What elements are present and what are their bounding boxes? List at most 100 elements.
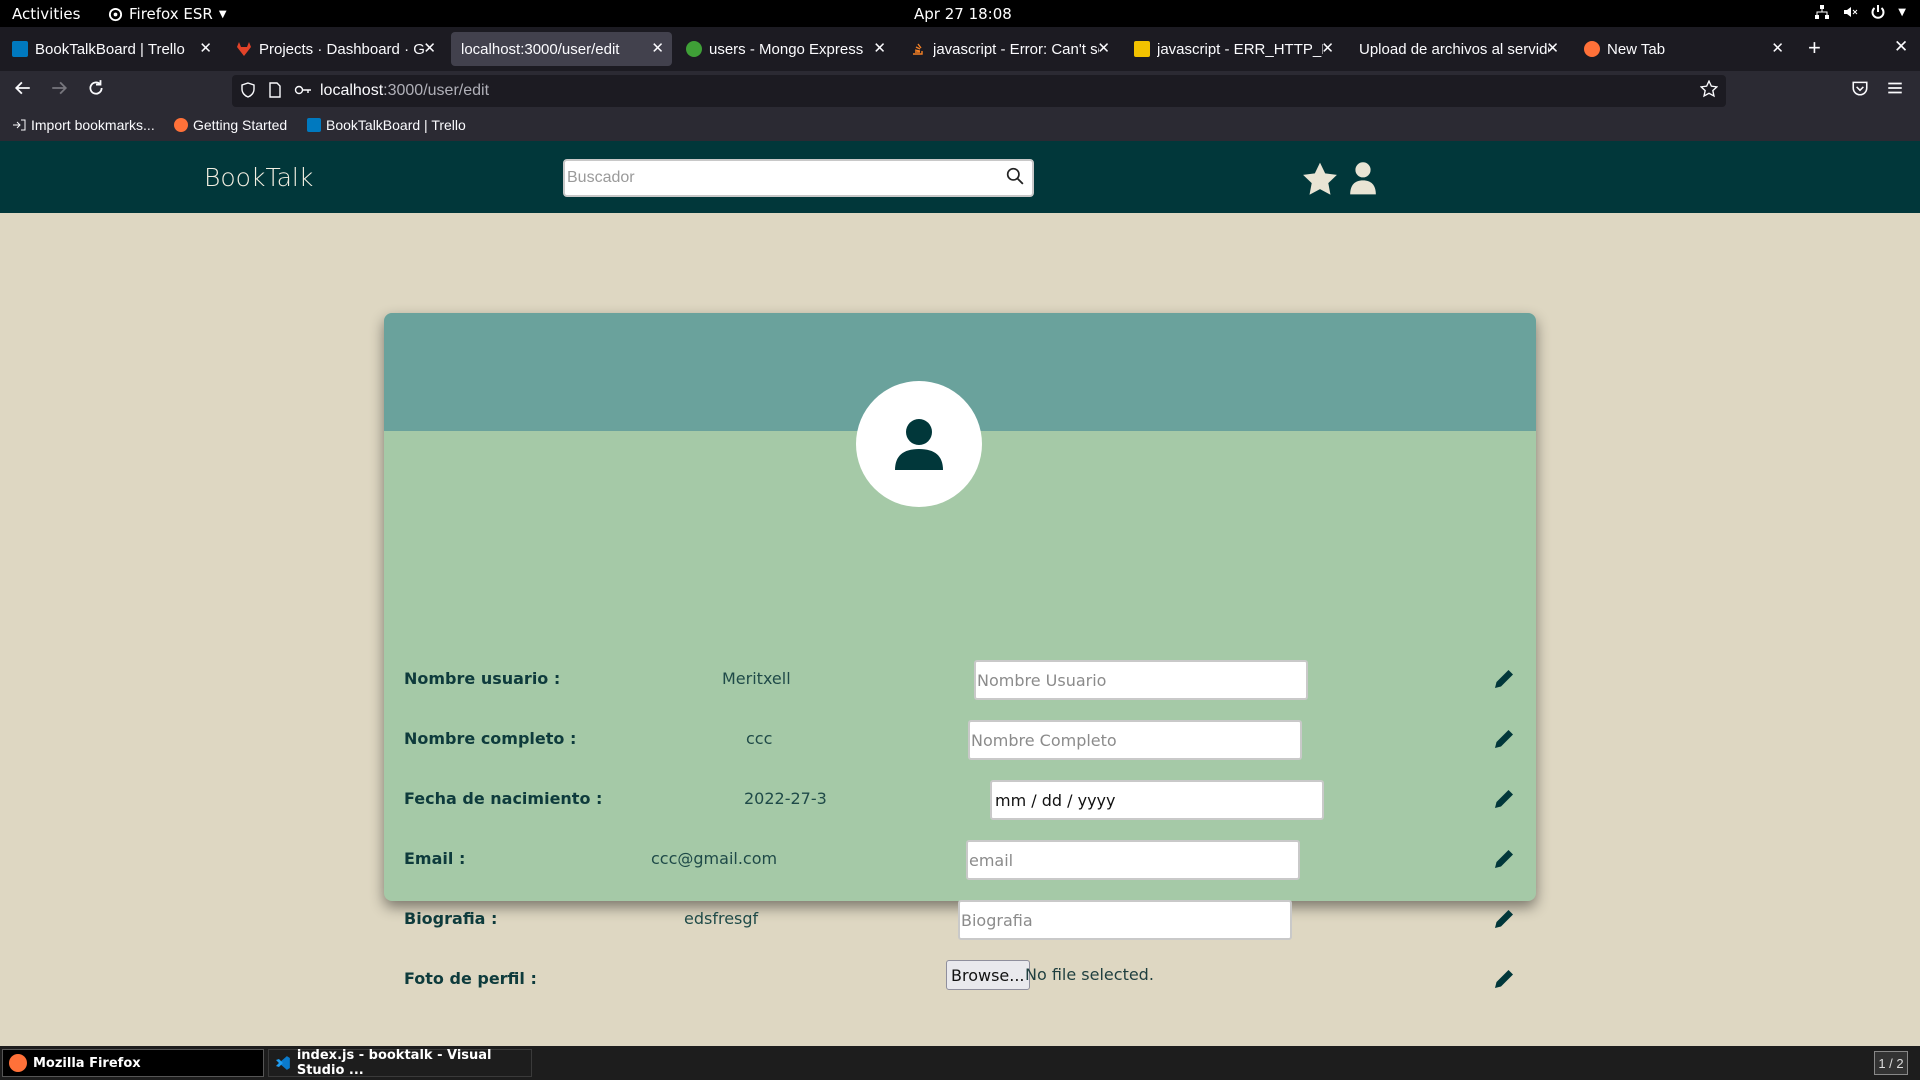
tab-stackoverflow-1[interactable]: javascript - Error: Can't set headers ✕ [900,32,1118,66]
star-icon[interactable] [1301,161,1339,197]
bookmarks-bar: Import bookmarks... Getting Started Book… [0,111,1920,141]
close-icon[interactable]: ✕ [651,39,664,57]
firefox-esr-icon [108,7,123,21]
close-window-button[interactable]: ✕ [1894,37,1908,57]
search-icon[interactable] [1006,167,1024,185]
close-icon[interactable]: ✕ [1097,39,1110,57]
fullname-input[interactable] [968,720,1302,760]
chevron-down-icon: ▼ [1898,6,1906,18]
back-arrow-icon[interactable] [14,79,32,97]
field-label: Biografia : [404,909,498,928]
date-placeholder: mm / dd / yyyy [995,790,1116,810]
tab-title: localhost:3000/user/edit [461,40,620,58]
trello-icon [12,41,28,57]
field-row-fullname: Nombre completo : ccc [384,720,1536,779]
forward-arrow-icon[interactable] [50,79,68,97]
biography-input[interactable] [958,900,1292,940]
url-path: :3000/user/edit [383,82,490,99]
url-host: localhost [320,82,384,99]
bookmark-star-icon[interactable] [1700,80,1718,98]
field-label: Foto de perfil : [404,969,537,988]
tab-title: users - Mongo Express [709,40,864,58]
tab-new-tab[interactable]: New Tab ✕ [1574,32,1792,66]
tab-user-edit[interactable]: localhost:3000/user/edit ✕ [451,32,672,66]
file-status: No file selected. [1025,965,1154,984]
pencil-icon[interactable] [1492,727,1516,751]
tab-gitlab[interactable]: Projects · Dashboard · GitLab ✕ [226,32,444,66]
taskbar-label: Mozilla Firefox [33,1055,141,1071]
tab-mongo-express[interactable]: users - Mongo Express ✕ [676,32,894,66]
close-icon[interactable]: ✕ [873,39,886,57]
bookmark-import[interactable]: Import bookmarks... [12,117,155,133]
key-icon[interactable] [294,82,312,98]
tab-stackoverflow-2[interactable]: javascript - ERR_HTTP_HEADERS ✕ [1124,32,1342,66]
workspace-pager[interactable]: 1 / 2 [1874,1051,1908,1075]
field-label: Nombre completo : [404,729,577,748]
reload-icon[interactable] [87,79,105,97]
tab-title: New Tab [1607,40,1666,58]
app-menu[interactable]: Firefox ESR ▼ [108,5,227,23]
search-box [563,159,1034,197]
tab-upload-archivos[interactable]: Upload de archivos al servidor ✕ [1349,32,1567,66]
url-bar[interactable]: localhost:3000/user/edit [232,75,1726,107]
avatar[interactable] [856,381,982,507]
browse-button[interactable]: Browse... [946,960,1030,990]
tab-title: Projects · Dashboard · GitLab [259,40,425,58]
clock[interactable]: Apr 27 18:08 [914,5,1012,23]
power-icon [1871,5,1885,19]
tab-title: BookTalkBoard | Trello [35,40,185,58]
import-icon [13,119,26,131]
mongo-leaf-icon [686,41,702,57]
field-current-value: 2022-27-3 [744,789,827,808]
field-label: Email : [404,849,466,868]
bookmark-label: Getting Started [193,117,288,133]
page-icon[interactable] [268,82,282,98]
pocket-icon[interactable] [1851,79,1869,97]
pencil-icon[interactable] [1492,967,1516,991]
bookmark-getting-started[interactable]: Getting Started [174,117,287,133]
pencil-icon[interactable] [1492,667,1516,691]
brand-logo[interactable]: BookTalk [204,163,313,192]
shield-icon[interactable] [240,82,256,98]
search-input[interactable] [567,163,987,193]
hamburger-menu-icon[interactable] [1886,79,1904,97]
bookmark-trello[interactable]: BookTalkBoard | Trello [307,117,466,133]
taskbar-item-firefox[interactable]: Mozilla Firefox [2,1049,264,1077]
field-current-value: Meritxell [722,669,791,688]
taskbar: Mozilla Firefox index.js - booktalk - Vi… [0,1046,1920,1080]
tab-title: Upload de archivos al servidor [1359,40,1549,58]
user-icon[interactable] [1349,161,1377,195]
url-text[interactable]: localhost:3000/user/edit [320,82,489,100]
firefox-icon [9,1054,27,1072]
field-current-value: ccc@gmail.com [651,849,778,868]
pencil-icon[interactable] [1492,907,1516,931]
field-current-value: ccc [746,729,773,748]
birthdate-input[interactable]: mm / dd / yyyy [990,780,1324,820]
taskbar-item-vscode[interactable]: index.js - booktalk - Visual Studio ... [268,1048,532,1078]
tab-trello[interactable]: BookTalkBoard | Trello ✕ [2,32,220,66]
tab-title: javascript - Error: Can't set headers [933,40,1099,58]
close-icon[interactable]: ✕ [1546,39,1559,57]
close-icon[interactable]: ✕ [1321,39,1334,57]
taskbar-label: index.js - booktalk - Visual Studio ... [296,1048,492,1078]
close-icon[interactable]: ✕ [199,39,212,57]
field-row-username: Nombre usuario : Meritxell [384,660,1536,719]
pencil-icon[interactable] [1492,847,1516,871]
system-tray[interactable]: ▼ [1814,4,1906,20]
firefox-icon [1584,41,1600,57]
close-icon[interactable]: ✕ [423,39,436,57]
close-icon[interactable]: ✕ [1771,39,1784,57]
activities-button[interactable]: Activities [12,5,80,23]
nav-bar: localhost:3000/user/edit [0,71,1920,111]
volume-muted-icon [1844,7,1858,17]
pencil-icon[interactable] [1492,787,1516,811]
username-input[interactable] [974,660,1308,700]
app-header: BookTalk [0,141,1920,213]
email-input[interactable] [966,840,1300,880]
new-tab-button[interactable]: + [1808,37,1821,59]
trello-icon [307,118,321,132]
field-row-birthdate: Fecha de nacimiento : 2022-27-3 mm / dd … [384,780,1536,839]
field-row-profile-photo: Foto de perfil : Browse... No file selec… [384,960,1536,1019]
vscode-icon [275,1056,290,1070]
firefox-icon [174,118,188,132]
